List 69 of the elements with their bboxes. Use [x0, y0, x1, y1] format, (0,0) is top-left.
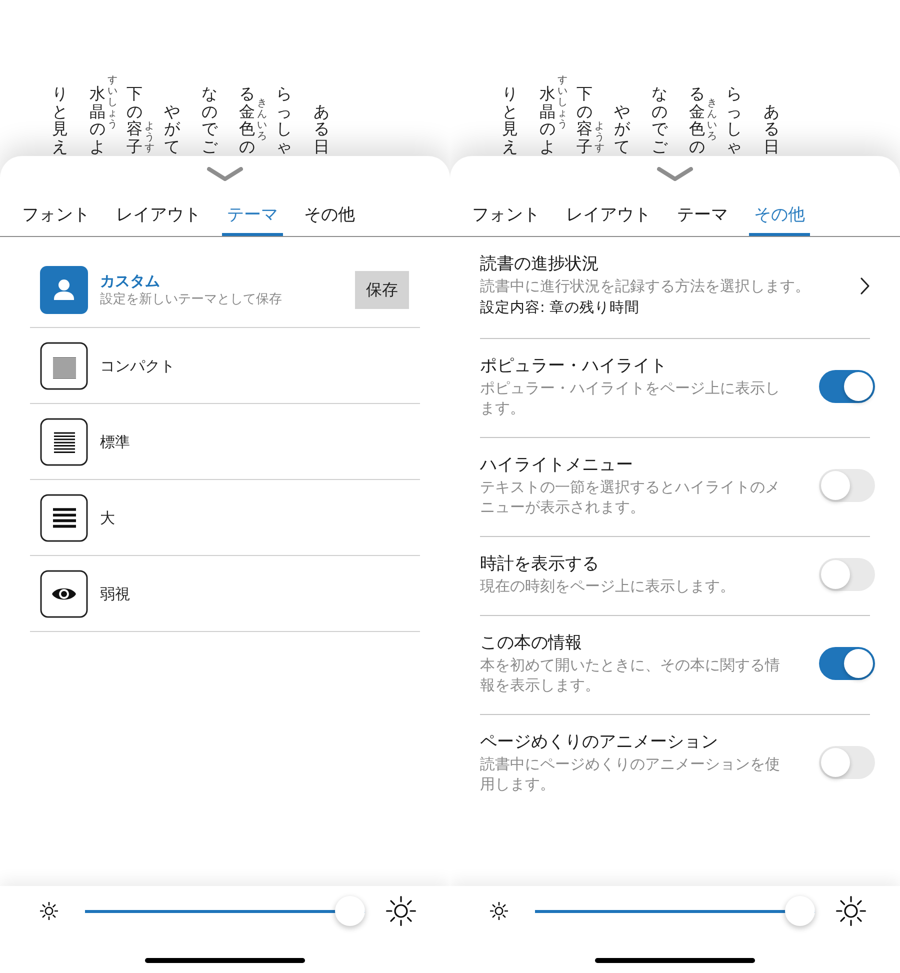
chevron-down-icon[interactable]	[207, 167, 243, 181]
vertical-text-column: 水晶 のよ	[89, 85, 106, 156]
setting-description: 読書中に進行状況を記録する方法を選択します。	[480, 277, 811, 297]
tab[interactable]: フォント	[467, 197, 545, 236]
tab[interactable]: テーマ	[222, 197, 283, 236]
setting-title: ページめくりのアニメーション	[480, 731, 719, 754]
setting-description: ポピュラー・ハイライトをページ上に表示します。	[480, 379, 780, 419]
toggle-switch[interactable]	[819, 646, 875, 680]
vertical-text-column: 下の 容子	[576, 85, 593, 156]
vertical-text-column: 下の 容子	[126, 85, 143, 156]
eye-icon	[40, 570, 88, 618]
tab[interactable]: その他	[299, 197, 360, 236]
setting-title: 読書の進捗状況	[480, 253, 600, 276]
slider-thumb[interactable]	[335, 896, 365, 926]
tab[interactable]: その他	[749, 197, 810, 236]
vertical-text-column: なのでご	[201, 85, 218, 156]
small-sun-icon	[40, 902, 58, 920]
setting-value: 設定内容: 章の残り時間	[480, 298, 640, 318]
vertical-text-column: りと見え	[502, 85, 518, 156]
vertical-text-column: なのでご	[651, 85, 668, 156]
setting-title: この本の情報	[480, 632, 583, 655]
vertical-text-column: ある日	[314, 102, 330, 156]
ruby-text: きんいろ	[706, 98, 717, 142]
person-icon	[40, 266, 88, 314]
ruby-text: きんいろ	[256, 98, 267, 142]
vertical-text-column: らっしゃ	[726, 85, 742, 156]
slider-thumb[interactable]	[785, 896, 815, 926]
toggle-switch[interactable]	[819, 370, 875, 402]
tab[interactable]: テーマ	[672, 197, 733, 236]
vertical-text-column: 水晶 のよ	[539, 85, 556, 156]
theme-name[interactable]: コンパクト	[100, 356, 175, 376]
vertical-text-column: やがて	[614, 102, 630, 156]
large-sun-icon	[386, 896, 416, 926]
theme-title[interactable]: カスタム	[100, 271, 282, 291]
tab[interactable]: レイアウト	[561, 197, 656, 236]
theme-name[interactable]: 標準	[100, 432, 130, 452]
ruby-text: ようす	[594, 121, 605, 154]
chevron-down-icon[interactable]	[657, 167, 693, 181]
vertical-text-column: る 金色 の	[238, 85, 255, 156]
setting-description: 現在の時刻をページ上に表示します。	[480, 577, 736, 597]
setting-title: ポピュラー・ハイライト	[480, 355, 668, 378]
ruby-text: すいしょう	[107, 75, 118, 130]
tab[interactable]: フォント	[17, 197, 95, 236]
theme-name[interactable]: 大	[100, 508, 115, 528]
save-button[interactable]: 保存	[355, 270, 409, 308]
setting-title: 時計を表示する	[480, 553, 600, 576]
vertical-text-column: らっしゃ	[276, 85, 292, 156]
setting-title: ハイライトメニュー	[480, 454, 634, 477]
setting-description: 本を初めて開いたときに、その本に関する情報を表示します。	[480, 656, 780, 696]
theme-name[interactable]: 弱視	[100, 584, 130, 604]
setting-description: テキストの一節を選択するとハイライトのメニューが表示されます。	[480, 478, 780, 518]
small-sun-icon	[490, 902, 508, 920]
vertical-text-column: る 金色 の	[688, 85, 705, 156]
lines-icon	[40, 418, 88, 466]
theme-description: 設定を新しいテーマとして保存	[100, 291, 282, 308]
setting-description: 読書中にページめくりのアニメーションを使用します。	[480, 755, 780, 795]
dense-lines-icon	[40, 342, 88, 390]
toggle-switch[interactable]	[819, 558, 875, 590]
ruby-text: すいしょう	[557, 75, 568, 130]
vertical-text-column: りと見え	[52, 85, 68, 156]
large-sun-icon	[836, 896, 866, 926]
toggle-switch[interactable]	[819, 746, 875, 778]
thick-lines-icon	[40, 494, 88, 542]
toggle-switch[interactable]	[819, 468, 875, 502]
vertical-text-column: やがて	[164, 102, 180, 156]
chevron-right-icon[interactable]	[860, 276, 870, 294]
ruby-text: ようす	[144, 121, 155, 154]
tab[interactable]: レイアウト	[111, 197, 206, 236]
vertical-text-column: ある日	[764, 102, 780, 156]
